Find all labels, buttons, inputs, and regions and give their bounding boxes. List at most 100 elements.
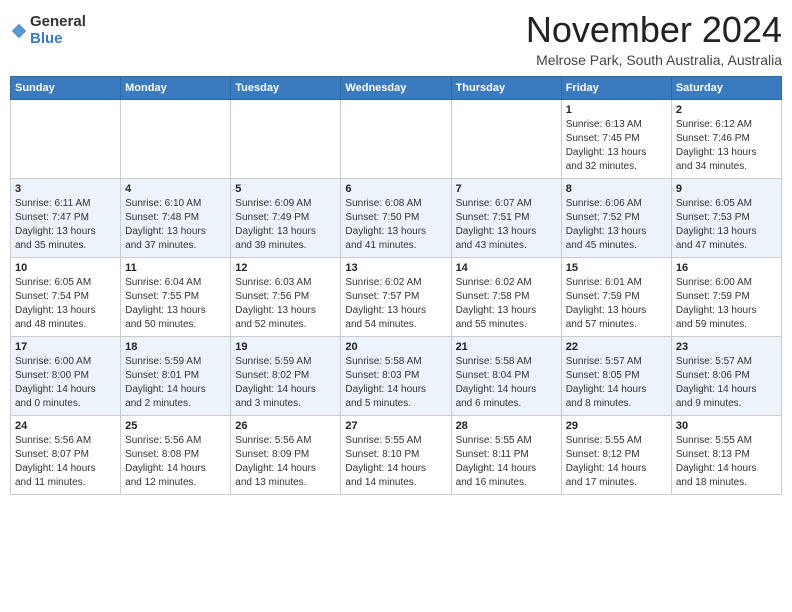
day-number: 30 (676, 420, 777, 432)
calendar-cell: 20 Sunrise: 5:58 AMSunset: 8:03 PMDayligh… (341, 336, 451, 415)
day-number: 6 (345, 183, 446, 195)
calendar-header-row: SundayMondayTuesdayWednesdayThursdayFrid… (11, 76, 782, 99)
day-info: Sunrise: 6:00 AMSunset: 8:00 PMDaylight:… (15, 355, 116, 411)
calendar-cell: 2Sunrise: 6:12 AMSunset: 7:46 PMDaylight… (671, 99, 781, 178)
day-info: Sunrise: 5:55 AMSunset: 8:10 PMDaylight:… (345, 434, 446, 490)
day-number: 12 (235, 262, 336, 274)
calendar-cell: 28 Sunrise: 5:55 AMSunset: 8:11 PMDayligh… (451, 415, 561, 494)
day-info: Sunrise: 6:06 AMSunset: 7:52 PMDaylight:… (566, 197, 667, 253)
day-number: 14 (456, 262, 557, 274)
day-number: 21 (456, 341, 557, 353)
day-number: 17 (15, 341, 116, 353)
calendar-cell: 29 Sunrise: 5:55 AMSunset: 8:12 PMDayligh… (561, 415, 671, 494)
day-number: 11 (125, 262, 226, 274)
calendar-cell: 25 Sunrise: 5:56 AMSunset: 8:08 PMDayligh… (121, 415, 231, 494)
logo-icon (10, 22, 28, 40)
day-info: Sunrise: 6:02 AMSunset: 7:58 PMDaylight:… (456, 276, 557, 332)
calendar-cell: 10 Sunrise: 6:05 AMSunset: 7:54 PMDayligh… (11, 257, 121, 336)
day-number: 22 (566, 341, 667, 353)
day-info: Sunrise: 6:00 AMSunset: 7:59 PMDaylight:… (676, 276, 777, 332)
calendar-cell (121, 99, 231, 178)
day-number: 7 (456, 183, 557, 195)
day-number: 25 (125, 420, 226, 432)
day-info: Sunrise: 6:05 AMSunset: 7:53 PMDaylight:… (676, 197, 777, 253)
day-info: Sunrise: 5:55 AMSunset: 8:11 PMDaylight:… (456, 434, 557, 490)
calendar-table: SundayMondayTuesdayWednesdayThursdayFrid… (10, 76, 782, 495)
weekday-header: Friday (561, 76, 671, 99)
weekday-header: Saturday (671, 76, 781, 99)
weekday-header: Tuesday (231, 76, 341, 99)
day-info: Sunrise: 5:59 AMSunset: 8:01 PMDaylight:… (125, 355, 226, 411)
day-number: 18 (125, 341, 226, 353)
calendar-cell: 11 Sunrise: 6:04 AMSunset: 7:55 PMDayligh… (121, 257, 231, 336)
day-info: Sunrise: 5:56 AMSunset: 8:08 PMDaylight:… (125, 434, 226, 490)
calendar-cell: 21 Sunrise: 5:58 AMSunset: 8:04 PMDayligh… (451, 336, 561, 415)
calendar-cell: 23 Sunrise: 5:57 AMSunset: 8:06 PMDayligh… (671, 336, 781, 415)
calendar-cell (11, 99, 121, 178)
day-info: Sunrise: 6:09 AMSunset: 7:49 PMDaylight:… (235, 197, 336, 253)
day-number: 28 (456, 420, 557, 432)
day-info: Sunrise: 6:11 AMSunset: 7:47 PMDaylight:… (15, 197, 116, 253)
calendar-cell: 26Sunrise: 5:56 AMSunset: 8:09 PMDayligh… (231, 415, 341, 494)
calendar-week-row: 3 Sunrise: 6:11 AMSunset: 7:47 PMDaylight… (11, 178, 782, 257)
day-info: Sunrise: 6:01 AMSunset: 7:59 PMDaylight:… (566, 276, 667, 332)
day-info: Sunrise: 6:08 AMSunset: 7:50 PMDaylight:… (345, 197, 446, 253)
calendar-week-row: 17 Sunrise: 6:00 AMSunset: 8:00 PMDayligh… (11, 336, 782, 415)
logo-blue: Blue (30, 31, 86, 48)
calendar-week-row: 1 Sunrise: 6:13 AMSunset: 7:45 PMDaylight… (11, 99, 782, 178)
day-info: Sunrise: 5:58 AMSunset: 8:04 PMDaylight:… (456, 355, 557, 411)
day-info: Sunrise: 6:04 AMSunset: 7:55 PMDaylight:… (125, 276, 226, 332)
day-info: Sunrise: 6:02 AMSunset: 7:57 PMDaylight:… (345, 276, 446, 332)
day-info: Sunrise: 6:13 AMSunset: 7:45 PMDaylight:… (566, 118, 667, 174)
day-number: 26 (235, 420, 336, 432)
calendar-cell: 8 Sunrise: 6:06 AMSunset: 7:52 PMDaylight… (561, 178, 671, 257)
calendar-cell: 16 Sunrise: 6:00 AMSunset: 7:59 PMDayligh… (671, 257, 781, 336)
calendar-cell: 1 Sunrise: 6:13 AMSunset: 7:45 PMDaylight… (561, 99, 671, 178)
calendar-cell: 9Sunrise: 6:05 AMSunset: 7:53 PMDaylight… (671, 178, 781, 257)
weekday-header: Wednesday (341, 76, 451, 99)
logo-general: General (30, 14, 86, 31)
day-info: Sunrise: 5:56 AMSunset: 8:07 PMDaylight:… (15, 434, 116, 490)
weekday-header: Monday (121, 76, 231, 99)
calendar-cell (231, 99, 341, 178)
day-info: Sunrise: 5:57 AMSunset: 8:06 PMDaylight:… (676, 355, 777, 411)
day-number: 8 (566, 183, 667, 195)
calendar-cell: 6 Sunrise: 6:08 AMSunset: 7:50 PMDaylight… (341, 178, 451, 257)
calendar-cell: 3 Sunrise: 6:11 AMSunset: 7:47 PMDaylight… (11, 178, 121, 257)
day-number: 24 (15, 420, 116, 432)
calendar-cell: 13Sunrise: 6:02 AMSunset: 7:57 PMDayligh… (341, 257, 451, 336)
calendar-cell: 30 Sunrise: 5:55 AMSunset: 8:13 PMDayligh… (671, 415, 781, 494)
calendar-cell: 12Sunrise: 6:03 AMSunset: 7:56 PMDayligh… (231, 257, 341, 336)
day-number: 16 (676, 262, 777, 274)
calendar-cell: 18 Sunrise: 5:59 AMSunset: 8:01 PMDayligh… (121, 336, 231, 415)
day-info: Sunrise: 6:10 AMSunset: 7:48 PMDaylight:… (125, 197, 226, 253)
calendar-cell: 19Sunrise: 5:59 AMSunset: 8:02 PMDayligh… (231, 336, 341, 415)
day-info: Sunrise: 5:55 AMSunset: 8:13 PMDaylight:… (676, 434, 777, 490)
day-number: 3 (15, 183, 116, 195)
day-number: 1 (566, 104, 667, 116)
day-number: 23 (676, 341, 777, 353)
day-info: Sunrise: 5:58 AMSunset: 8:03 PMDaylight:… (345, 355, 446, 411)
logo: General Blue (10, 10, 86, 47)
calendar-cell: 7 Sunrise: 6:07 AMSunset: 7:51 PMDaylight… (451, 178, 561, 257)
day-number: 10 (15, 262, 116, 274)
title-block: November 2024 Melrose Park, South Austra… (526, 10, 782, 68)
day-info: Sunrise: 6:07 AMSunset: 7:51 PMDaylight:… (456, 197, 557, 253)
day-number: 15 (566, 262, 667, 274)
weekday-header: Thursday (451, 76, 561, 99)
day-number: 27 (345, 420, 446, 432)
day-number: 29 (566, 420, 667, 432)
location: Melrose Park, South Australia, Australia (526, 52, 782, 68)
day-number: 4 (125, 183, 226, 195)
calendar-week-row: 10 Sunrise: 6:05 AMSunset: 7:54 PMDayligh… (11, 257, 782, 336)
month-title: November 2024 (526, 10, 782, 50)
calendar-cell: 4 Sunrise: 6:10 AMSunset: 7:48 PMDaylight… (121, 178, 231, 257)
calendar-cell: 27 Sunrise: 5:55 AMSunset: 8:10 PMDayligh… (341, 415, 451, 494)
calendar-cell: 15 Sunrise: 6:01 AMSunset: 7:59 PMDayligh… (561, 257, 671, 336)
day-info: Sunrise: 6:05 AMSunset: 7:54 PMDaylight:… (15, 276, 116, 332)
calendar-cell (451, 99, 561, 178)
calendar-cell: 22Sunrise: 5:57 AMSunset: 8:05 PMDayligh… (561, 336, 671, 415)
day-info: Sunrise: 5:55 AMSunset: 8:12 PMDaylight:… (566, 434, 667, 490)
day-number: 20 (345, 341, 446, 353)
calendar-cell: 24 Sunrise: 5:56 AMSunset: 8:07 PMDayligh… (11, 415, 121, 494)
